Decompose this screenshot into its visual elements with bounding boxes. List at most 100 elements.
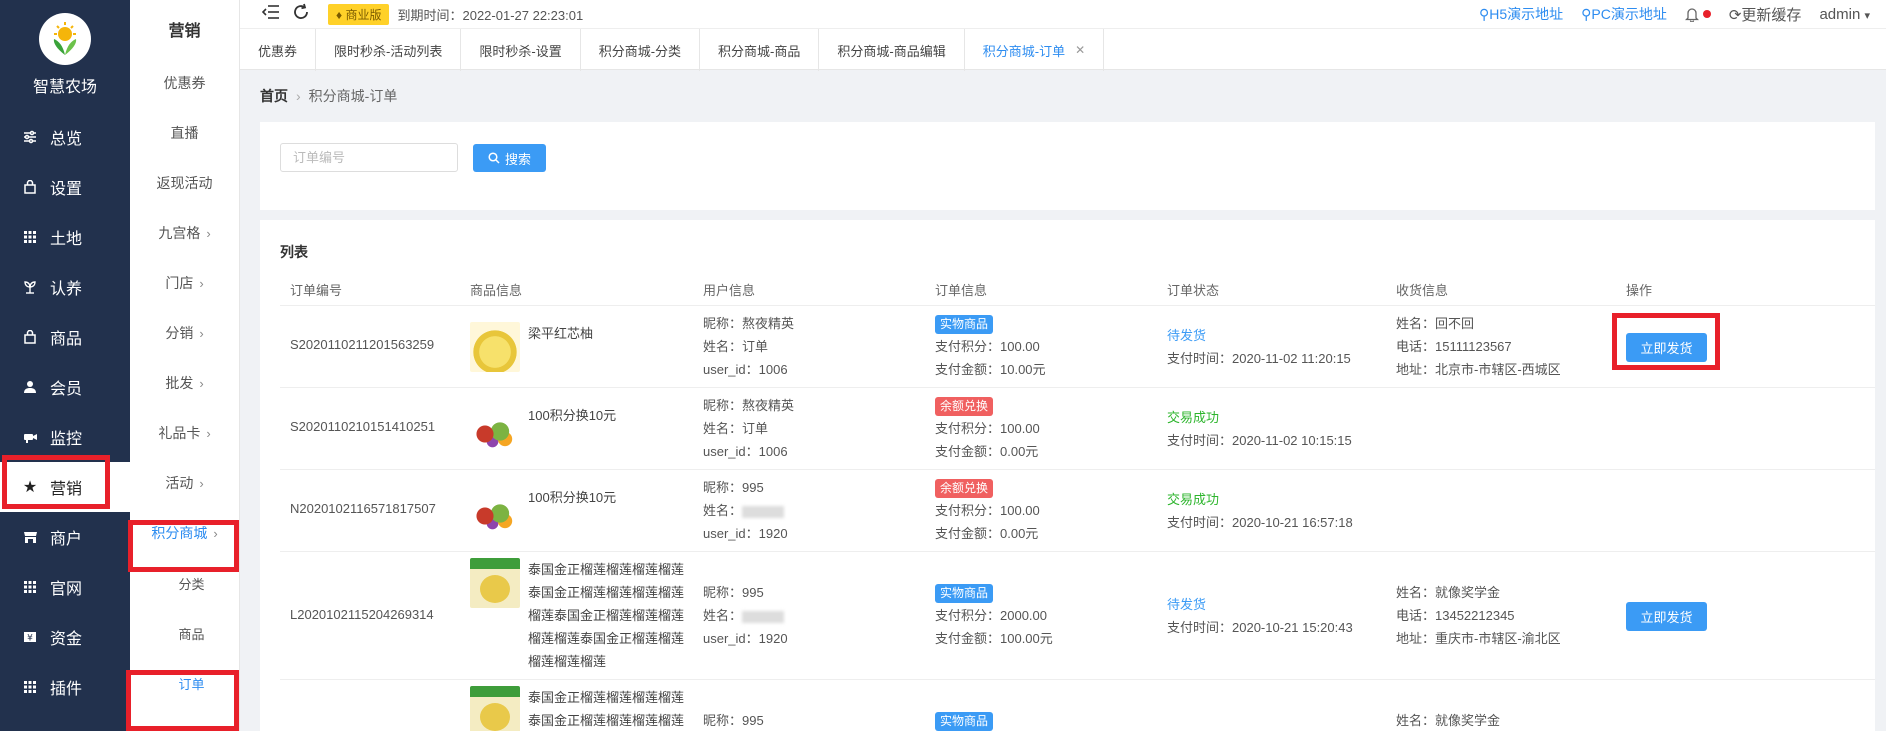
tab-points-goods-edit[interactable]: 积分商城-商品编辑 [819, 29, 965, 71]
search-button[interactable]: 搜索 [473, 144, 546, 172]
tab-points-category[interactable]: 积分商城-分类 [581, 29, 701, 71]
grid-icon [22, 679, 38, 695]
product-name: 梁平红芯柚 [528, 326, 594, 341]
nav-merchants[interactable]: 商户 [0, 512, 130, 562]
bag-icon [22, 179, 38, 195]
sprout-icon [22, 279, 38, 295]
top-header: ♦ 商业版 到期时间：2022-01-27 22:23:01 ⚲H5演示地址 ⚲… [240, 0, 1886, 28]
nav-monitor[interactable]: 监控 [0, 412, 130, 462]
table-row: 泰国金正榴莲榴莲榴莲榴莲泰国金正榴莲榴莲榴莲榴莲 昵称：995 实物商品 姓名：… [280, 680, 1875, 731]
order-type-tag: 实物商品 [935, 584, 994, 603]
nav-label: 官网 [50, 581, 83, 598]
edition-label: 商业版 [345, 7, 382, 22]
chevron-right-icon: › [199, 325, 204, 341]
tab-flash-sale-list[interactable]: 限时秒杀-活动列表 [316, 29, 462, 71]
link-icon: ⚲ [1581, 6, 1592, 22]
subnav-store[interactable]: 门店 › [130, 258, 239, 308]
paid-amount: 支付金额：0.00元 [935, 526, 1039, 541]
user-nick: 昵称：995 [703, 585, 764, 600]
search-icon [488, 152, 500, 164]
order-type-tag: 余额兑换 [935, 479, 994, 498]
nav-overview[interactable]: 总览 [0, 112, 130, 162]
table-header: 订单编号 商品信息 用户信息 订单信息 订单状态 收货信息 操作 [280, 276, 1875, 306]
order-info: 余额兑换 支付积分：100.00 支付金额：0.00元 [935, 394, 1040, 463]
subnav-category[interactable]: 分类 [130, 558, 239, 608]
subnav-wholesale[interactable]: 批发 › [130, 358, 239, 408]
order-info: 实物商品 [935, 709, 994, 731]
tab-points-orders[interactable]: 积分商城-订单 ✕ [965, 29, 1105, 71]
pay-time: 支付时间：2020-10-21 16:57:18 [1167, 515, 1353, 530]
subnav-label: 活动 [165, 475, 194, 491]
subnav-distribution[interactable]: 分销 › [130, 308, 239, 358]
nav-marketing[interactable]: ★ 营销 [0, 462, 130, 512]
ship-now-button[interactable]: 立即发货 [1626, 333, 1707, 362]
subnav-orders[interactable]: 订单 [130, 658, 239, 708]
link-icon: ⚲ [1478, 6, 1490, 22]
product-image [470, 322, 520, 372]
order-status: 待发货 支付时间：2020-11-02 11:20:15 [1167, 324, 1351, 370]
product-name: 泰国金正榴莲榴莲榴莲榴莲泰国金正榴莲榴莲榴莲榴莲 [528, 690, 685, 728]
product-image [470, 486, 520, 536]
subnav-points-mall[interactable]: 积分商城 › [130, 508, 239, 558]
paid-points: 支付积分：100.00 [935, 339, 1040, 354]
nav-adopt[interactable]: 认养 [0, 262, 130, 312]
close-icon[interactable]: ✕ [1075, 43, 1085, 57]
subnav-cashback[interactable]: 返现活动 [130, 158, 239, 208]
pc-demo-link[interactable]: ⚲PC演示地址 [1581, 4, 1667, 24]
username: admin [1819, 5, 1861, 23]
chevron-right-icon: › [206, 425, 211, 441]
nav-land[interactable]: 土地 [0, 212, 130, 262]
update-cache-button[interactable]: ⟳更新缓存 [1729, 4, 1802, 25]
subnav-label: 积分商城 [151, 525, 208, 541]
user-name: 姓名： [703, 503, 743, 518]
product-info: 100积分换10元 [470, 486, 616, 536]
ship-now-button[interactable]: 立即发货 [1626, 602, 1707, 631]
header-actions: ⚲H5演示地址 ⚲PC演示地址 ⟳更新缓存 admin ▾ [1479, 0, 1870, 28]
status-text: 交易成功 [1167, 410, 1220, 425]
subnav-coupon[interactable]: 优惠券 [130, 58, 239, 108]
nav-settings[interactable]: 设置 [0, 162, 130, 212]
user-name: 姓名：订单 [703, 339, 769, 354]
breadcrumb-home[interactable]: 首页 [260, 88, 288, 104]
nav-website[interactable]: 官网 [0, 562, 130, 612]
subnav-gift-card[interactable]: 礼品卡 › [130, 408, 239, 458]
subnav-activity[interactable]: 活动 › [130, 458, 239, 508]
collapse-menu-icon[interactable] [261, 4, 280, 25]
nav-products[interactable]: 商品 [0, 312, 130, 362]
order-number: L2020102115204269314 [290, 607, 434, 622]
receiver-phone: 电话：13452212345 [1396, 608, 1515, 623]
user-id: user_id：1006 [703, 362, 788, 377]
primary-sidebar: 智慧农场 总览 设置 土地 认养 商品 会员 监控 ★ 营销 商户 官网 ¥ 资… [0, 0, 130, 731]
subnav-label: 批发 [165, 375, 194, 391]
tab-points-goods[interactable]: 积分商城-商品 [700, 29, 820, 71]
grid-icon [22, 229, 38, 245]
product-image [470, 404, 520, 454]
order-status: 交易成功 支付时间：2020-10-21 16:57:18 [1167, 488, 1353, 534]
tab-label: 积分商城-商品 [718, 43, 801, 59]
refresh-icon[interactable] [292, 3, 310, 26]
col-order-info: 订单信息 [935, 283, 988, 298]
h5-demo-link[interactable]: ⚲H5演示地址 [1479, 4, 1563, 24]
subnav-goods[interactable]: 商品 [130, 608, 239, 658]
subnav-nine-grid[interactable]: 九宫格 › [130, 208, 239, 258]
notification-bell[interactable] [1684, 7, 1711, 22]
user-info: 昵称：995 姓名： user_id：1920 [703, 476, 788, 545]
update-cache-label: 更新缓存 [1741, 6, 1802, 24]
tab-flash-sale-settings[interactable]: 限时秒杀-设置 [461, 29, 581, 71]
tab-coupon[interactable]: 优惠券 [240, 29, 317, 71]
bell-icon [1684, 7, 1699, 22]
nav-funds[interactable]: ¥ 资金 [0, 612, 130, 662]
product-info: 泰国金正榴莲榴莲榴莲榴莲泰国金正榴莲榴莲榴莲榴莲榴莲泰国金正榴莲榴莲榴莲榴莲榴莲… [470, 558, 693, 673]
edition-badge: ♦ 商业版 [328, 3, 390, 25]
subnav-label: 订单 [178, 676, 205, 692]
tab-label: 积分商城-商品编辑 [837, 43, 946, 59]
subnav-live[interactable]: 直播 [130, 108, 239, 158]
user-menu[interactable]: admin ▾ [1819, 6, 1870, 23]
nav-members[interactable]: 会员 [0, 362, 130, 412]
tab-label: 积分商城-分类 [598, 43, 682, 59]
order-number-input[interactable] [280, 143, 458, 172]
chevron-right-icon: › [206, 225, 211, 241]
nav-plugins[interactable]: 插件 [0, 662, 130, 712]
receiver-name: 姓名：回不回 [1396, 316, 1475, 331]
col-action: 操作 [1626, 283, 1653, 298]
